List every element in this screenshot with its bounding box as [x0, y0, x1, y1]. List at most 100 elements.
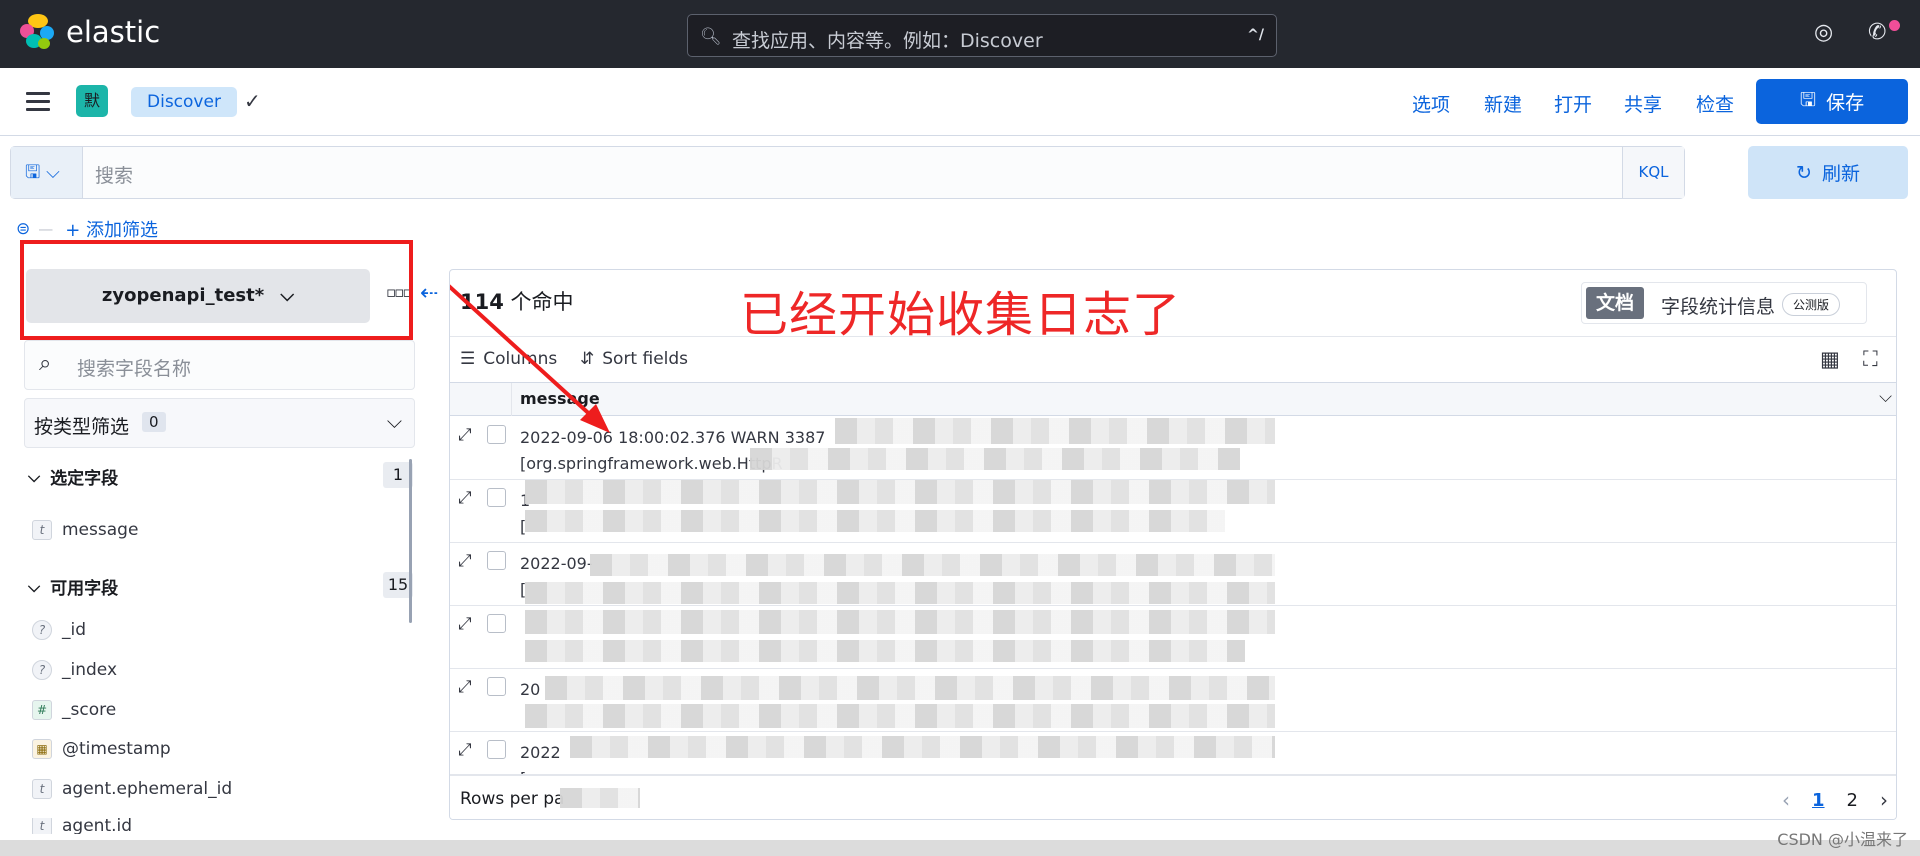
rows-per-page-button[interactable]: Rows per pa: [460, 789, 564, 809]
redaction-mosaic: [525, 582, 1275, 604]
available-fields-toggle[interactable]: ⌵ 可用字段: [28, 574, 119, 600]
selected-fields-toggle[interactable]: ⌵ 选定字段: [28, 464, 119, 490]
field-search-placeholder: 搜索字段名称: [77, 358, 192, 380]
top-header: elastic 🔍︎ 查找应用、内容等。例如：Discover ^/ ◎ ✆: [0, 0, 1920, 68]
kql-language-button[interactable]: KQL: [1622, 147, 1684, 198]
row-checkbox[interactable]: [487, 740, 506, 759]
row-line: 2022: [520, 743, 561, 762]
field-item-timestamp[interactable]: ▦ @timestamp: [32, 739, 171, 759]
unknown-type-icon: ?: [32, 620, 52, 640]
chevron-right-icon[interactable]: ›: [1880, 788, 1888, 812]
save-icon: 🖫︎: [1799, 88, 1817, 111]
field-name: message: [62, 520, 139, 540]
search-icon: 🔍︎: [700, 27, 722, 47]
elastic-logo-icon: [20, 14, 56, 50]
news-icon[interactable]: ✆: [1868, 20, 1886, 45]
page-2[interactable]: 2: [1847, 790, 1858, 811]
redaction-mosaic: [570, 736, 1275, 758]
bottom-strip: [0, 840, 1920, 856]
type-filter-count: 0: [142, 412, 166, 432]
refresh-button[interactable]: ↻ 刷新: [1748, 146, 1908, 199]
chevron-down-icon: ⌵: [46, 162, 60, 183]
page-1[interactable]: 1: [1812, 790, 1825, 811]
chevron-down-icon[interactable]: ⌵: [1879, 387, 1892, 407]
help-icon[interactable]: ◎: [1814, 20, 1833, 45]
selected-fields-label: 选定字段: [50, 469, 119, 489]
field-item-index[interactable]: ? _index: [32, 660, 117, 680]
table-icon[interactable]: ▦: [1820, 347, 1840, 371]
filter-separator: —: [38, 220, 54, 238]
save-button[interactable]: 🖫︎ 保存: [1756, 79, 1908, 124]
fullscreen-icon[interactable]: ⛶: [1863, 347, 1878, 372]
tab-field-stats[interactable]: 字段统计信息: [1661, 292, 1775, 319]
row-checkbox[interactable]: [487, 677, 506, 696]
breadcrumb-discover[interactable]: Discover: [131, 87, 237, 117]
beta-badge: 公测版: [1782, 293, 1841, 316]
chevron-left-icon[interactable]: ‹: [1782, 788, 1790, 812]
query-input[interactable]: 搜索: [95, 161, 133, 188]
type-filter-label: 按类型筛选: [34, 416, 130, 438]
expand-icon[interactable]: ⤢: [458, 614, 472, 634]
search-shortcut: ^/: [1247, 27, 1264, 43]
field-item-agent-id[interactable]: t agent.id: [32, 818, 132, 834]
search-icon: ⌕: [39, 351, 52, 376]
redaction-mosaic: [835, 418, 1275, 444]
saved-query-button[interactable]: 🖫︎ ⌵: [11, 147, 83, 198]
string-type-icon: t: [32, 779, 52, 799]
redaction-mosaic: [525, 704, 1275, 728]
redaction-mosaic: [560, 788, 640, 808]
string-type-icon: t: [32, 818, 52, 834]
field-item-message[interactable]: t message: [32, 520, 138, 540]
available-fields-label: 可用字段: [50, 579, 119, 599]
tab-documents[interactable]: 文档: [1586, 287, 1645, 319]
collapse-sidebar-icon[interactable]: ⇠: [420, 281, 438, 306]
menu-inspect[interactable]: 检查: [1696, 90, 1734, 117]
field-name: @timestamp: [62, 739, 171, 759]
annotation-arrow: [450, 284, 610, 433]
hamburger-icon[interactable]: [26, 92, 50, 116]
field-item-agent-ephemeral-id[interactable]: t agent.ephemeral_id: [32, 779, 232, 799]
menu-options[interactable]: 选项: [1412, 90, 1450, 117]
chevron-down-icon: ⌵: [386, 409, 402, 433]
row-message: 2022 [: [520, 740, 561, 774]
redaction-mosaic: [525, 640, 1245, 662]
view-tabs: 文档 字段统计信息 公测版: [1581, 282, 1867, 324]
space-avatar[interactable]: 默: [76, 85, 108, 117]
row-checkbox[interactable]: [487, 488, 506, 507]
chevron-down-icon: ⌵: [28, 576, 41, 596]
row-message: 20: [520, 677, 540, 703]
expand-icon[interactable]: ⤢: [458, 740, 472, 760]
add-filter-button[interactable]: + 添加筛选: [65, 216, 158, 242]
redaction-mosaic: [525, 480, 1275, 504]
global-search-input[interactable]: 🔍︎ 查找应用、内容等。例如：Discover ^/: [687, 14, 1277, 57]
row-checkbox[interactable]: [487, 551, 506, 570]
menu-share[interactable]: 共享: [1624, 90, 1662, 117]
menu-new[interactable]: 新建: [1484, 90, 1522, 117]
table-footer: Rows per pa ‹ 1 2 ›: [450, 775, 1896, 819]
expand-icon[interactable]: ⤢: [458, 488, 472, 508]
app-toolbar: 默 Discover ✓ 选项 新建 打开 共享 检查 🖫︎ 保存: [0, 68, 1920, 136]
save-icon: 🖫︎: [25, 162, 41, 183]
chevron-down-icon: ⌵: [28, 466, 41, 486]
global-search-placeholder: 查找应用、内容等。例如：Discover: [732, 30, 1043, 52]
type-filter-button[interactable]: 按类型筛选 0 ⌵: [24, 398, 415, 448]
menu-open[interactable]: 打开: [1554, 90, 1592, 117]
filter-icon[interactable]: ⊜: [16, 219, 30, 239]
field-item-score[interactable]: # _score: [32, 700, 116, 720]
pagination: ‹ 1 2 ›: [1782, 788, 1888, 812]
field-item-id[interactable]: ? _id: [32, 620, 86, 640]
field-name: _id: [62, 620, 87, 640]
filter-row: ⊜ — + 添加筛选: [16, 216, 158, 242]
sidebar-scrollbar[interactable]: [409, 459, 412, 623]
redaction-mosaic: [590, 554, 1275, 576]
expand-icon[interactable]: ⤢: [458, 551, 472, 571]
field-search-input[interactable]: ⌕ 搜索字段名称: [24, 340, 415, 390]
refresh-label: 刷新: [1821, 163, 1860, 185]
annotation-highlight-box: [20, 240, 413, 340]
query-bar: 🖫︎ ⌵ 搜索 KQL: [10, 146, 1685, 199]
number-type-icon: #: [32, 700, 52, 720]
expand-icon[interactable]: ⤢: [458, 677, 472, 697]
field-name: agent.ephemeral_id: [62, 779, 233, 799]
row-checkbox[interactable]: [487, 614, 506, 633]
elastic-logo[interactable]: elastic: [20, 14, 160, 50]
